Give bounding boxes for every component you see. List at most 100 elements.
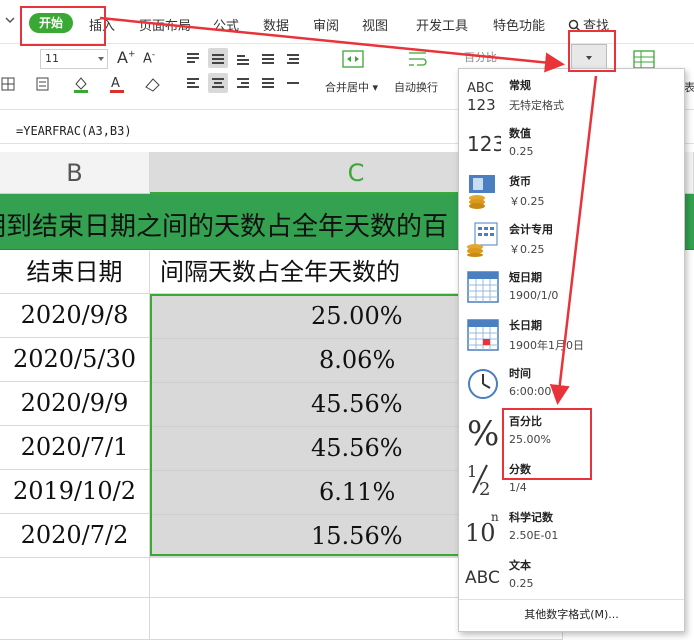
decrease-font-icon[interactable]: A- bbox=[143, 50, 155, 66]
menu-item-name: 百分比 bbox=[509, 415, 542, 428]
svg-text:%: % bbox=[467, 414, 499, 449]
merge-center-button[interactable]: 合并居中 ▾ bbox=[325, 79, 378, 95]
menu-item-example: 25.00% bbox=[509, 433, 551, 446]
font-color-icon[interactable]: A bbox=[108, 74, 128, 94]
merge-center-icon[interactable] bbox=[341, 48, 365, 70]
search-label: 查找 bbox=[583, 19, 610, 34]
svg-text:123: 123 bbox=[467, 96, 496, 113]
cell-end-date[interactable]: 2020/9/9 bbox=[0, 382, 150, 426]
text-direction-icon[interactable] bbox=[258, 48, 278, 68]
svg-text:2: 2 bbox=[479, 479, 490, 497]
menu-item-name: 分数 bbox=[509, 463, 531, 476]
menu-item-percentage[interactable]: % 百分比 25.00% bbox=[459, 407, 684, 455]
title-row-text: 期到结束日期之间的天数占全年天数的百 bbox=[0, 212, 449, 242]
ribbon-tabs: 开始 插入 页面布局 公式 数据 审阅 视图 开发工具 特色功能 查找 bbox=[0, 0, 694, 44]
wrap-text-button[interactable]: 自动换行 bbox=[394, 79, 438, 95]
tab-review[interactable]: 审阅 bbox=[313, 15, 339, 34]
font-size-value: 11 bbox=[45, 52, 59, 65]
indent-icon[interactable] bbox=[283, 48, 303, 68]
tab-special-features[interactable]: 特色功能 bbox=[493, 15, 545, 34]
percent-icon: % bbox=[467, 414, 499, 449]
menu-item-name: 货币 bbox=[509, 175, 531, 188]
menu-item-example: 1900年1月0日 bbox=[509, 339, 584, 352]
menu-item-name: 短日期 bbox=[509, 271, 542, 284]
more-number-formats-button[interactable]: 其他数字格式(M)... bbox=[459, 599, 684, 631]
menu-item-example: ￥0.25 bbox=[509, 195, 545, 208]
empty-cell[interactable] bbox=[0, 598, 150, 640]
column-header-b[interactable]: B bbox=[0, 152, 150, 194]
tab-insert[interactable]: 插入 bbox=[89, 15, 115, 34]
menu-item-short-date[interactable]: 短日期 1900/1/0 bbox=[459, 263, 684, 311]
number-format-menu: ABC 123 常规 无特定格式 123 数值 0.25 货币 ￥0.25 会计专… bbox=[458, 68, 685, 632]
menu-item-number[interactable]: 123 数值 0.25 bbox=[459, 119, 684, 167]
clock-icon bbox=[468, 369, 498, 399]
menu-item-example: 6:00:00 bbox=[509, 385, 552, 398]
long-date-calendar-icon bbox=[467, 319, 499, 351]
header-end-date[interactable]: 结束日期 bbox=[0, 251, 150, 294]
menu-item-fraction[interactable]: 12 分数 1/4 bbox=[459, 455, 684, 503]
chevron-down-icon[interactable] bbox=[4, 14, 16, 26]
cell-end-date[interactable]: 2019/10/2 bbox=[0, 470, 150, 514]
menu-item-example: 0.25 bbox=[509, 577, 534, 590]
increase-font-icon[interactable]: A+ bbox=[117, 48, 136, 67]
fill-color-icon[interactable] bbox=[72, 74, 92, 94]
border-icon[interactable] bbox=[0, 74, 20, 94]
svg-text:1: 1 bbox=[467, 462, 477, 481]
accounting-icon bbox=[467, 222, 498, 257]
menu-item-example: 1900/1/0 bbox=[509, 289, 559, 302]
menu-item-text[interactable]: ABC 文本 0.25 bbox=[459, 551, 684, 599]
tab-data[interactable]: 数据 bbox=[263, 15, 289, 34]
menu-item-time[interactable]: 时间 6:00:00 bbox=[459, 359, 684, 407]
conditional-format-icon[interactable] bbox=[34, 74, 54, 94]
align-middle-icon[interactable] bbox=[208, 48, 228, 68]
search-icon bbox=[568, 19, 581, 32]
menu-item-example: 0.25 bbox=[509, 145, 534, 158]
cell-end-date[interactable]: 2020/7/2 bbox=[0, 514, 150, 558]
svg-text:123: 123 bbox=[467, 132, 501, 156]
svg-text:ABC: ABC bbox=[467, 81, 494, 96]
cell-end-date[interactable]: 2020/5/30 bbox=[0, 338, 150, 382]
formula-text[interactable]: =YEARFRAC(A3,B3) bbox=[16, 124, 132, 138]
align-center-icon[interactable] bbox=[208, 73, 228, 93]
text-abc-icon: ABC bbox=[465, 568, 500, 588]
number-format-field[interactable]: 百分比 bbox=[460, 48, 572, 68]
short-date-calendar-icon bbox=[467, 271, 499, 303]
align-bottom-icon[interactable] bbox=[233, 48, 253, 68]
menu-item-example: ￥0.25 bbox=[509, 243, 545, 256]
menu-item-name: 会计专用 bbox=[509, 223, 553, 236]
menu-item-name: 时间 bbox=[509, 367, 531, 380]
tab-home[interactable]: 开始 bbox=[29, 13, 73, 33]
chevron-down-icon bbox=[586, 56, 592, 60]
svg-text:ABC: ABC bbox=[465, 568, 500, 588]
distribute-icon[interactable] bbox=[283, 73, 303, 93]
tab-view[interactable]: 视图 bbox=[362, 15, 388, 34]
menu-item-example: 无特定格式 bbox=[509, 99, 564, 112]
table-style-label[interactable]: 表 bbox=[684, 79, 694, 95]
menu-item-accounting[interactable]: 会计专用 ￥0.25 bbox=[459, 215, 684, 263]
clear-format-icon[interactable] bbox=[143, 74, 163, 94]
currency-icon bbox=[469, 175, 495, 209]
tab-formulas[interactable]: 公式 bbox=[213, 15, 239, 34]
align-right-icon[interactable] bbox=[233, 73, 253, 93]
fraction-icon: 12 bbox=[467, 462, 490, 497]
menu-item-name: 长日期 bbox=[509, 319, 542, 332]
menu-item-long-date[interactable]: 长日期 1900年1月0日 bbox=[459, 311, 684, 359]
menu-item-example: 2.50E-01 bbox=[509, 529, 559, 542]
menu-item-name: 数值 bbox=[509, 127, 531, 140]
search-button[interactable]: 查找 bbox=[568, 15, 609, 34]
justify-icon[interactable] bbox=[258, 73, 278, 93]
abc-123-icon: ABC123 bbox=[467, 81, 496, 113]
cell-end-date[interactable]: 2020/9/8 bbox=[0, 294, 150, 338]
menu-item-name: 科学记数 bbox=[509, 511, 553, 524]
align-top-icon[interactable] bbox=[183, 48, 203, 68]
menu-item-scientific[interactable]: 10 n 科学记数 2.50E-01 bbox=[459, 503, 684, 551]
tab-page-layout[interactable]: 页面布局 bbox=[139, 15, 191, 34]
cell-end-date[interactable]: 2020/7/1 bbox=[0, 426, 150, 470]
font-size-select[interactable]: 11 bbox=[40, 49, 108, 69]
tab-developer[interactable]: 开发工具 bbox=[416, 15, 468, 34]
menu-item-general[interactable]: ABC 123 常规 无特定格式 bbox=[459, 71, 684, 119]
wrap-text-icon[interactable] bbox=[406, 48, 430, 70]
menu-item-currency[interactable]: 货币 ￥0.25 bbox=[459, 167, 684, 215]
empty-cell[interactable] bbox=[0, 558, 150, 598]
align-left-icon[interactable] bbox=[183, 73, 203, 93]
